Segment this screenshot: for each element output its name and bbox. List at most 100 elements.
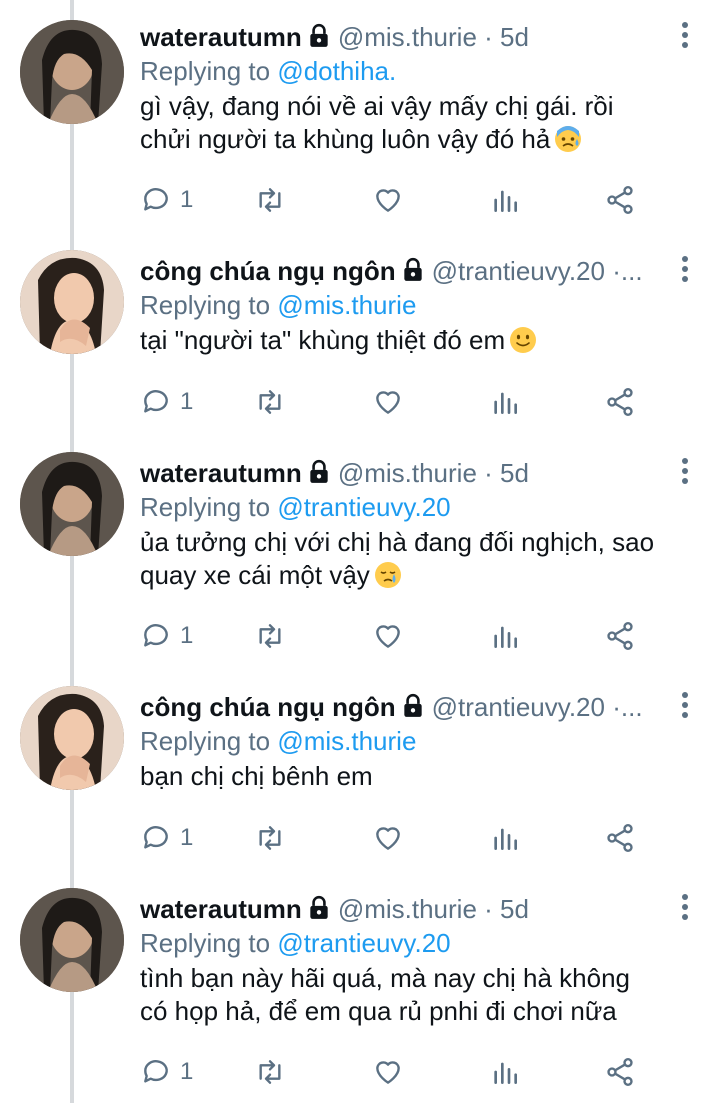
share-icon (607, 622, 633, 650)
more-options-icon[interactable] (680, 894, 690, 924)
replying-to: Replying to @mis.thurie (140, 290, 417, 320)
share-button[interactable] (604, 382, 636, 422)
share-button[interactable] (604, 818, 636, 858)
analytics-icon (494, 392, 517, 414)
avatar[interactable] (20, 250, 124, 354)
analytics-button[interactable] (489, 818, 521, 858)
avatar[interactable] (20, 452, 124, 556)
mention-link[interactable]: @mis.thurie (277, 726, 416, 756)
mention-link[interactable]: @dothiha. (277, 56, 396, 86)
reply-button[interactable]: 1 (140, 1052, 193, 1092)
reply-button[interactable]: 1 (140, 382, 193, 422)
reply-icon (144, 624, 168, 647)
lock-icon (403, 257, 422, 281)
replying-to: Replying to @trantieuvy.20 (140, 928, 451, 958)
tweet-header: công chúa ngụ ngôn @trantieuvy.20 ·... (140, 688, 668, 726)
retweet-button[interactable] (254, 1052, 286, 1092)
action-bar: 1 (140, 382, 680, 422)
reply-button[interactable]: 1 (140, 180, 193, 220)
tweet-text-line: tình bạn này hãi quá, mà nay chị hà khôn… (140, 963, 631, 993)
mention-link[interactable]: @mis.thurie (277, 290, 416, 320)
like-button[interactable] (372, 818, 404, 858)
analytics-button[interactable] (489, 382, 521, 422)
like-button[interactable] (372, 382, 404, 422)
retweet-icon (259, 624, 281, 648)
analytics-icon (494, 828, 517, 850)
display-name[interactable]: waterautumn (140, 22, 302, 52)
share-button[interactable] (604, 616, 636, 656)
handle[interactable]: @mis.thurie (338, 458, 477, 488)
retweet-button[interactable] (254, 180, 286, 220)
reply-count: 1 (180, 388, 194, 415)
tweet-header: waterautumn @mis.thurie · 5d (140, 18, 668, 56)
reply-icon (144, 188, 168, 211)
lock-icon (310, 459, 328, 483)
tweet[interactable]: công chúa ngụ ngôn @trantieuvy.20 ·... Re… (0, 678, 720, 878)
tweet-text-line: bạn chị chị bênh em (140, 761, 373, 791)
display-name[interactable]: waterautumn (140, 458, 302, 488)
mention-link[interactable]: @trantieuvy.20 (277, 928, 450, 958)
more-options-icon[interactable] (680, 22, 690, 52)
retweet-icon (259, 1060, 281, 1084)
handle[interactable]: @mis.thurie (338, 22, 477, 52)
action-bar: 1 (140, 180, 680, 220)
lock-icon (310, 895, 328, 919)
display-name[interactable]: waterautumn (140, 894, 302, 924)
tweet[interactable]: waterautumn @mis.thurie · 5d Replying to … (0, 444, 720, 670)
retweet-button[interactable] (254, 818, 286, 858)
like-icon (376, 391, 400, 414)
reply-icon (144, 1060, 168, 1083)
crying-emoji (374, 562, 401, 588)
display-name[interactable]: công chúa ngụ ngôn (140, 692, 396, 722)
tweet-text: tình bạn này hãi quá, mà nay chị hà khôn… (140, 962, 680, 1028)
tweet[interactable]: công chúa ngụ ngôn @trantieuvy.20 ·... Re… (0, 242, 720, 442)
tweet-time: ·... (604, 692, 643, 722)
like-button[interactable] (372, 180, 404, 220)
reply-button[interactable]: 1 (140, 818, 193, 858)
analytics-button[interactable] (489, 180, 521, 220)
tweet-time: · 5d (476, 894, 529, 924)
mention-link[interactable]: @trantieuvy.20 (277, 492, 450, 522)
analytics-icon (494, 190, 517, 212)
more-options-icon[interactable] (680, 458, 690, 488)
share-icon (607, 186, 633, 214)
handle[interactable]: @trantieuvy.20 (432, 692, 605, 722)
reply-count: 1 (180, 186, 194, 213)
tweet-time: · 5d (476, 458, 529, 488)
like-button[interactable] (372, 616, 404, 656)
share-button[interactable] (604, 180, 636, 220)
action-bar: 1 (140, 818, 680, 858)
anxious-sweat-emoji (555, 126, 582, 152)
slight-smile-emoji (510, 327, 537, 353)
reply-count: 1 (180, 622, 194, 649)
avatar[interactable] (20, 686, 124, 790)
retweet-button[interactable] (254, 382, 286, 422)
avatar[interactable] (20, 888, 124, 992)
share-icon (607, 388, 633, 416)
retweet-icon (259, 826, 281, 850)
more-options-icon[interactable] (680, 256, 690, 286)
reply-icon (144, 826, 168, 849)
tweet[interactable]: waterautumn @mis.thurie · 5d Replying to … (0, 8, 720, 234)
handle[interactable]: @trantieuvy.20 (432, 256, 605, 286)
tweet-time: ·... (604, 256, 643, 286)
analytics-button[interactable] (489, 616, 521, 656)
retweet-button[interactable] (254, 616, 286, 656)
tweet-text: ủa tưởng chị với chị hà đang đối nghịch,… (140, 526, 680, 592)
display-name[interactable]: công chúa ngụ ngôn (140, 256, 396, 286)
analytics-button[interactable] (489, 1052, 521, 1092)
retweet-icon (259, 390, 281, 414)
more-options-icon[interactable] (680, 692, 690, 722)
share-icon (607, 1058, 633, 1086)
tweet-time: · 5d (476, 22, 529, 52)
handle[interactable]: @mis.thurie (338, 894, 477, 924)
analytics-icon (494, 626, 517, 648)
reply-button[interactable]: 1 (140, 616, 193, 656)
like-icon (376, 189, 400, 212)
like-button[interactable] (372, 1052, 404, 1092)
tweet[interactable]: waterautumn @mis.thurie · 5d Replying to … (0, 880, 720, 1103)
share-button[interactable] (604, 1052, 636, 1092)
like-icon (376, 625, 400, 648)
avatar[interactable] (20, 20, 124, 124)
reply-count: 1 (180, 824, 194, 851)
